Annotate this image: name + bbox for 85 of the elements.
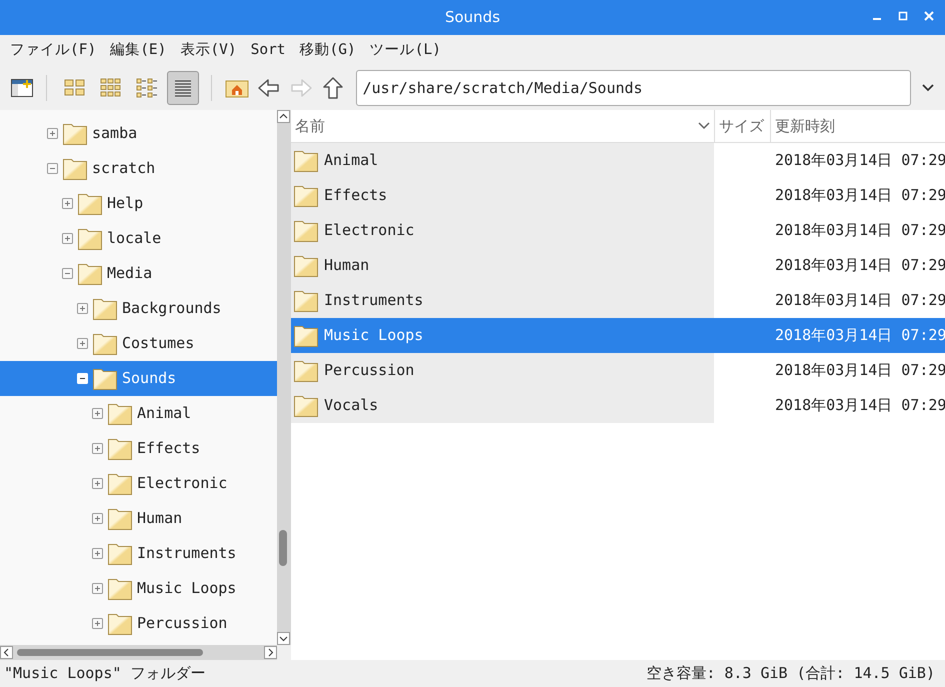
tree-item[interactable]: locale — [0, 221, 277, 256]
menu-item[interactable]: 表示(V) — [174, 40, 243, 62]
expand-icon[interactable] — [92, 408, 103, 419]
tree-item[interactable]: Effects — [0, 431, 277, 466]
folder-icon — [108, 612, 132, 634]
tree-item[interactable]: Media — [0, 256, 277, 291]
tree-item[interactable]: Instruments — [0, 536, 277, 571]
path-field[interactable]: /usr/share/scratch/Media/Sounds — [356, 70, 912, 106]
horizontal-scrollbar[interactable] — [0, 645, 277, 660]
file-name: Music Loops — [324, 325, 424, 346]
file-name: Electronic — [324, 220, 414, 242]
folder-icon — [108, 578, 132, 600]
maximize-icon[interactable] — [897, 10, 909, 22]
menu-item[interactable]: ツール(L) — [364, 40, 447, 62]
view-button[interactable] — [166, 71, 199, 105]
tree-item[interactable]: scratch — [0, 151, 277, 186]
scroll-up-icon[interactable] — [277, 110, 290, 123]
tree-item[interactable]: Backgrounds — [0, 291, 277, 326]
tree-item[interactable]: Sounds — [0, 361, 277, 396]
vertical-scrollbar[interactable] — [277, 110, 291, 645]
tree-item[interactable]: Animal — [0, 396, 277, 431]
dropdown-caret-icon[interactable] — [921, 83, 935, 93]
folder-icon — [78, 262, 102, 284]
new-window-icon[interactable] — [10, 76, 34, 100]
menu-item[interactable]: 編集(E) — [104, 40, 172, 62]
status-text: "Music Loops" フォルダー — [4, 663, 206, 684]
tree-item[interactable]: Electronic — [0, 466, 277, 501]
folder-icon — [294, 290, 318, 312]
folder-icon — [63, 158, 87, 180]
tree-item[interactable]: Human — [0, 501, 277, 536]
tree-item[interactable]: samba — [0, 116, 277, 151]
free-space-text: 空き容量: 8.3 GiB (合計: 14.5 GiB) — [646, 663, 935, 684]
folder-icon — [108, 402, 132, 424]
file-name: Instruments — [324, 290, 424, 312]
expand-icon[interactable] — [77, 338, 88, 349]
scrollbar-thumb[interactable] — [17, 649, 203, 656]
column-header[interactable]: 更新時刻 — [770, 110, 945, 142]
folder-icon — [108, 542, 132, 564]
scrollbar-thumb[interactable] — [279, 530, 287, 566]
tree-item[interactable]: Help — [0, 186, 277, 221]
folder-icon — [63, 122, 87, 144]
folder-icon — [294, 184, 318, 206]
folder-icon — [294, 150, 318, 172]
folder-icon — [93, 332, 117, 354]
menu-item[interactable]: ファイル(F) — [4, 40, 102, 62]
column-header[interactable]: サイズ — [714, 110, 770, 142]
file-name: Vocals — [324, 395, 378, 416]
folder-icon — [294, 394, 318, 416]
close-icon[interactable] — [923, 10, 935, 22]
file-name: Percussion — [324, 360, 414, 382]
expand-icon[interactable] — [62, 233, 73, 244]
folder-icon — [108, 508, 132, 530]
window-title: Sounds — [444, 7, 500, 28]
folder-icon — [93, 368, 117, 390]
expand-icon[interactable] — [92, 618, 103, 629]
tree-item[interactable]: Percussion — [0, 606, 277, 641]
folder-icon — [108, 472, 132, 494]
folder-icon — [294, 254, 318, 276]
column-header[interactable]: 名前 — [291, 110, 714, 142]
folder-icon — [294, 324, 318, 346]
file-name: Effects — [324, 185, 388, 206]
folder-icon — [294, 220, 318, 242]
scroll-down-icon[interactable] — [277, 632, 290, 645]
folder-icon — [294, 360, 318, 382]
file-name: Human — [324, 255, 370, 276]
menu-item[interactable]: Sort — [244, 40, 292, 62]
file-name: Animal — [324, 150, 378, 172]
folder-icon — [78, 192, 102, 214]
tree-item[interactable]: Costumes — [0, 326, 277, 361]
scroll-left-icon[interactable] — [0, 646, 13, 659]
tree-item[interactable]: Music Loops — [0, 571, 277, 606]
folder-icon — [108, 438, 132, 460]
expand-icon[interactable] — [47, 128, 58, 139]
folder-icon — [78, 228, 102, 250]
folder-icon — [93, 298, 117, 320]
sort-caret-icon — [698, 122, 710, 130]
expand-icon[interactable] — [77, 303, 88, 314]
expand-icon[interactable] — [92, 583, 103, 594]
expand-icon[interactable] — [92, 548, 103, 559]
expand-icon[interactable] — [92, 478, 103, 489]
scroll-right-icon[interactable] — [264, 646, 277, 659]
menu-item[interactable]: 移動(G) — [294, 40, 362, 62]
expand-icon[interactable] — [92, 513, 103, 524]
expand-icon[interactable] — [92, 443, 103, 454]
expand-icon[interactable] — [62, 198, 73, 209]
